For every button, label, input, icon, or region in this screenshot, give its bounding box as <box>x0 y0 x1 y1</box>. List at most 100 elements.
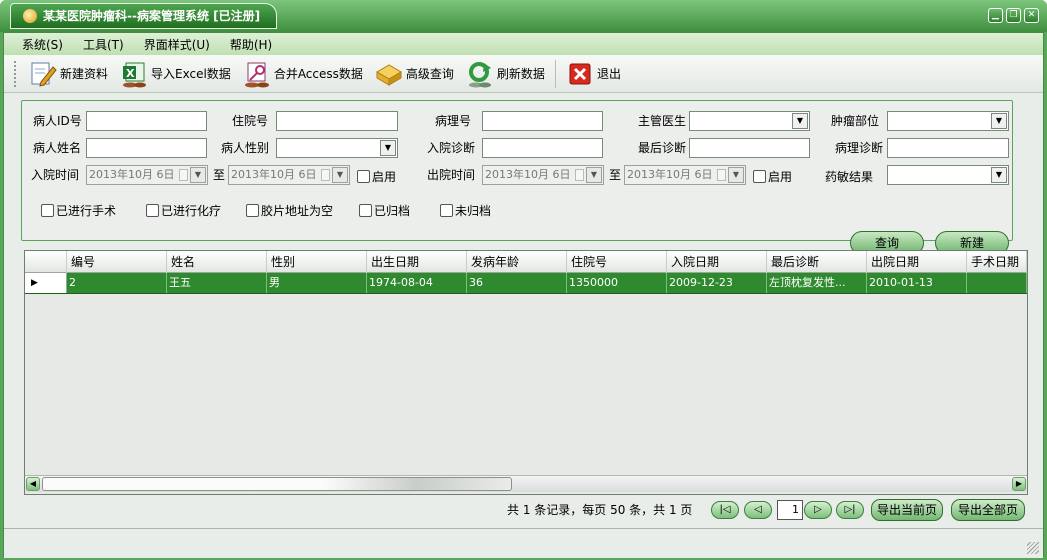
client-area: 系统(S) 工具(T) 界面样式(U) 帮助(H) 新建资料 X 导入Excel… <box>3 32 1044 558</box>
column-header[interactable]: 性别 <box>267 251 367 273</box>
doctor-label: 主管医生 <box>638 114 687 128</box>
table-cell[interactable]: 1350000 <box>567 273 667 293</box>
table-cell[interactable]: 2009-12-23 <box>667 273 767 293</box>
grid-header: 编号 姓名 性别 出生日期 发病年龄 住院号 入院日期 最后诊断 出院日期 手术… <box>25 251 1027 273</box>
admission-from-date[interactable]: 2013年10月 6日 ▼ <box>86 165 208 185</box>
next-page-button[interactable]: ▷ <box>804 501 832 519</box>
resize-grip-icon[interactable] <box>1027 542 1039 554</box>
exit-button[interactable]: 退出 <box>560 58 627 90</box>
column-header[interactable]: 手术日期 <box>967 251 1027 273</box>
refresh-button[interactable]: 刷新数据 <box>460 58 551 90</box>
discharge-to-date[interactable]: 2013年10月 6日 ▼ <box>624 165 746 185</box>
date-spin <box>717 169 726 181</box>
pathology-diagnosis-input[interactable] <box>887 138 1009 158</box>
import-excel-button[interactable]: X 导入Excel数据 <box>114 58 237 90</box>
chevron-down-icon[interactable]: ▼ <box>332 167 348 183</box>
chevron-down-icon[interactable]: ▼ <box>792 113 808 129</box>
admission-to-date[interactable]: 2013年10月 6日 ▼ <box>228 165 350 185</box>
chemo-checkbox[interactable]: 已进行化疗 <box>146 202 221 219</box>
restore-icon[interactable]: ❐ <box>1006 8 1021 23</box>
row-pointer-icon[interactable]: ▶ <box>25 273 67 293</box>
chevron-down-icon[interactable]: ▼ <box>991 167 1007 183</box>
close-icon[interactable]: ✕ <box>1024 8 1039 23</box>
menu-help[interactable]: 帮助(H) <box>230 36 272 53</box>
surgery-checkbox[interactable]: 已进行手术 <box>41 202 116 219</box>
checkbox-box[interactable] <box>359 204 372 217</box>
new-record-button[interactable]: 新建资料 <box>23 58 114 90</box>
final-diagnosis-label: 最后诊断 <box>638 141 687 155</box>
chevron-down-icon[interactable]: ▼ <box>380 140 396 156</box>
menu-system[interactable]: 系统(S) <box>22 36 63 53</box>
film-empty-checkbox[interactable]: 胶片地址为空 <box>246 202 333 219</box>
unarchived-checkbox[interactable]: 未归档 <box>440 202 491 219</box>
first-page-button[interactable]: |◁ <box>711 501 739 519</box>
app-window: 某某医院肿瘤科--病案管理系统 [已注册] ▁ ❐ ✕ 系统(S) 工具(T) … <box>0 0 1047 560</box>
page-number-input[interactable]: 1 <box>777 500 803 520</box>
discharge-time-label: 出院时间 <box>427 168 476 182</box>
menu-skin[interactable]: 界面样式(U) <box>144 36 210 53</box>
column-header[interactable]: 入院日期 <box>667 251 767 273</box>
chevron-down-icon[interactable]: ▼ <box>190 167 206 183</box>
title-bar[interactable]: 某某医院肿瘤科--病案管理系统 [已注册] ▁ ❐ ✕ <box>0 0 1047 32</box>
column-header[interactable]: 姓名 <box>167 251 267 273</box>
table-cell[interactable]: 1974-08-04 <box>367 273 467 293</box>
chemo-label: 已进行化疗 <box>161 204 222 218</box>
horizontal-scrollbar[interactable]: ◀ ▶ <box>25 475 1027 492</box>
pathology-no-input[interactable] <box>482 111 603 131</box>
table-cell[interactable] <box>967 273 1027 293</box>
export-all-button[interactable]: 导出全部页 <box>951 499 1025 521</box>
tumor-site-combo[interactable]: ▼ <box>887 111 1009 131</box>
menu-tools[interactable]: 工具(T) <box>83 36 124 53</box>
chevron-down-icon[interactable]: ▼ <box>586 167 602 183</box>
table-cell[interactable]: 左顶枕复发性... <box>767 273 867 293</box>
checkbox-box[interactable] <box>246 204 259 217</box>
admission-enable-label: 启用 <box>372 170 397 184</box>
minimize-icon[interactable]: ▁ <box>988 8 1003 23</box>
scroll-left-icon[interactable]: ◀ <box>26 477 40 491</box>
table-cell[interactable]: 男 <box>267 273 367 293</box>
admission-time-label: 入院时间 <box>31 168 80 182</box>
checkbox-box[interactable] <box>41 204 54 217</box>
drug-sensitivity-combo[interactable]: ▼ <box>887 165 1009 185</box>
admission-enable-checkbox[interactable]: 启用 <box>357 168 396 185</box>
archived-checkbox[interactable]: 已归档 <box>359 202 410 219</box>
patient-id-input[interactable] <box>86 111 207 131</box>
checkbox-box[interactable] <box>440 204 453 217</box>
admission-diagnosis-label: 入院诊断 <box>427 141 476 155</box>
table-row[interactable]: ▶ 2 王五 男 1974-08-04 36 1350000 2009-12-2… <box>25 273 1027 294</box>
checkbox-box[interactable] <box>146 204 159 217</box>
advanced-query-button[interactable]: 高级查询 <box>369 58 460 90</box>
chevron-down-icon[interactable]: ▼ <box>728 167 744 183</box>
admission-diagnosis-input[interactable] <box>482 138 603 158</box>
column-header[interactable]: 最后诊断 <box>767 251 867 273</box>
prev-page-button[interactable]: ◁ <box>744 501 772 519</box>
table-cell[interactable]: 2 <box>67 273 167 293</box>
table-cell[interactable]: 王五 <box>167 273 267 293</box>
patient-name-input[interactable] <box>86 138 207 158</box>
film-empty-label: 胶片地址为空 <box>261 204 334 218</box>
merge-access-button[interactable]: 合并Access数据 <box>237 58 369 90</box>
doctor-combo[interactable]: ▼ <box>689 111 810 131</box>
discharge-from-value: 2013年10月 6日 <box>485 168 571 181</box>
table-cell[interactable]: 2010-01-13 <box>867 273 967 293</box>
column-header[interactable]: 出生日期 <box>367 251 467 273</box>
patient-gender-combo[interactable]: ▼ <box>276 138 398 158</box>
column-header[interactable]: 发病年龄 <box>467 251 567 273</box>
table-cell[interactable]: 36 <box>467 273 567 293</box>
hospital-no-input[interactable] <box>276 111 398 131</box>
discharge-enable-checkbox[interactable]: 启用 <box>753 168 792 185</box>
checkbox-box[interactable] <box>753 170 766 183</box>
hospital-no-label: 住院号 <box>232 114 269 128</box>
scroll-thumb[interactable] <box>42 477 512 491</box>
chevron-down-icon[interactable]: ▼ <box>991 113 1007 129</box>
last-page-button[interactable]: ▷| <box>836 501 864 519</box>
discharge-from-date[interactable]: 2013年10月 6日 ▼ <box>482 165 604 185</box>
export-current-button[interactable]: 导出当前页 <box>871 499 943 521</box>
checkbox-box[interactable] <box>357 170 370 183</box>
scroll-right-icon[interactable]: ▶ <box>1012 477 1026 491</box>
column-header[interactable]: 住院号 <box>567 251 667 273</box>
column-header[interactable]: 出院日期 <box>867 251 967 273</box>
column-header[interactable]: 编号 <box>67 251 167 273</box>
toolbar-grip[interactable] <box>14 60 17 87</box>
final-diagnosis-input[interactable] <box>689 138 810 158</box>
